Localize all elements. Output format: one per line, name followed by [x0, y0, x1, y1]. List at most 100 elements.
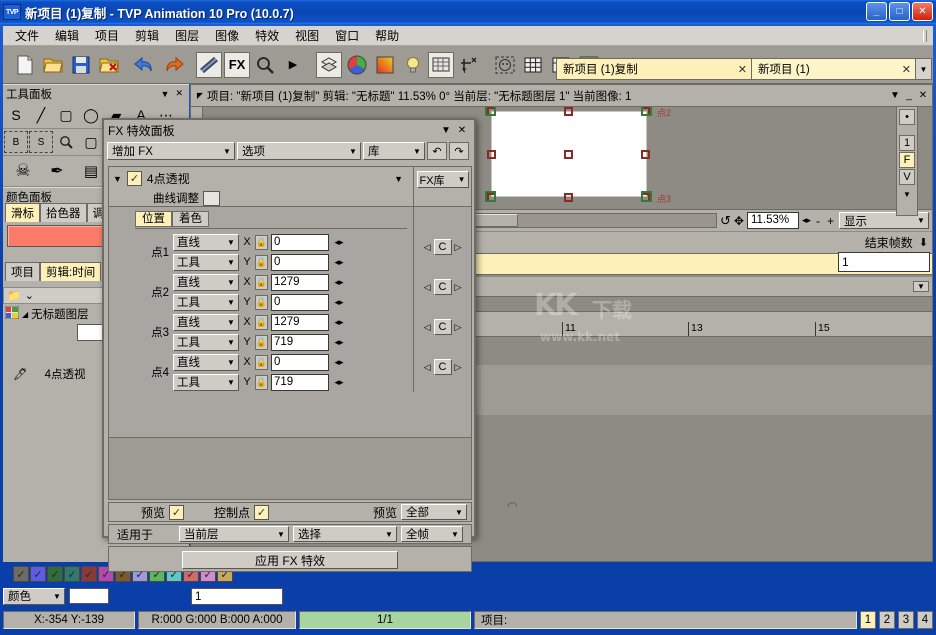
- select-shape-tool-icon[interactable]: S: [29, 131, 53, 153]
- fx-point-4-y-mode-select[interactable]: 工具▼: [173, 374, 239, 391]
- menu-layer[interactable]: 图层: [167, 25, 207, 46]
- frame-number-field[interactable]: 1: [191, 588, 283, 605]
- menu-project[interactable]: 项目: [87, 25, 127, 46]
- editor-expand-icon[interactable]: ◤: [193, 91, 207, 100]
- save-icon[interactable]: [68, 52, 94, 78]
- layers-icon[interactable]: [316, 52, 342, 78]
- view-dot-icon[interactable]: •: [899, 109, 915, 125]
- view-mode-f[interactable]: F: [899, 152, 915, 168]
- page-button-4[interactable]: 4: [917, 611, 933, 629]
- undo-icon[interactable]: [132, 52, 158, 78]
- project-tab-0[interactable]: 新项目 (1)复制 ✕: [556, 58, 752, 80]
- rect-tool-icon[interactable]: ▢: [54, 104, 78, 126]
- fx-point-1-y-mode-select[interactable]: 工具▼: [173, 254, 239, 271]
- fx-point-1-x-spinner-icon[interactable]: ◂▸: [332, 237, 346, 248]
- fx-point-3-x-field[interactable]: 1279: [271, 314, 329, 331]
- zoom-tool-icon[interactable]: [54, 131, 78, 153]
- fx-point-2-x-lock-icon[interactable]: 🔒: [255, 275, 268, 290]
- fx-point-4-x-lock-icon[interactable]: 🔒: [255, 355, 268, 370]
- fx-tab-shading[interactable]: 着色: [172, 211, 209, 227]
- color-preview-swatch[interactable]: [69, 588, 109, 604]
- rotate-icon[interactable]: ↺: [720, 213, 731, 229]
- menu-help[interactable]: 帮助: [367, 25, 407, 46]
- color-tab-picker[interactable]: 拾色器: [40, 203, 87, 222]
- fx-curve-swatch[interactable]: [203, 191, 220, 206]
- maximize-button[interactable]: □: [889, 2, 910, 21]
- apply-fx-button[interactable]: 应用 FX 特效: [182, 551, 398, 569]
- table-icon[interactable]: [520, 52, 546, 78]
- project-tab-1[interactable]: 新项目 (1) ✕: [752, 58, 916, 80]
- fx-point-3-x-mode-select[interactable]: 直线▼: [173, 314, 239, 331]
- color-mode-select[interactable]: 颜色 ▼: [3, 588, 65, 605]
- crop-tool-icon[interactable]: ▢: [79, 131, 103, 153]
- fx-effect-expand-icon[interactable]: ▼: [113, 174, 122, 184]
- fx-point-4-y-lock-icon[interactable]: 🔒: [255, 375, 268, 390]
- fx-point-3-x-spinner-icon[interactable]: ◂▸: [332, 317, 346, 328]
- color-check-1[interactable]: ✓: [30, 566, 46, 582]
- editor-close-icon[interactable]: ✕: [916, 90, 930, 101]
- fx-point-2-y-mode-select[interactable]: 工具▼: [173, 294, 239, 311]
- color-check-3[interactable]: ✓: [64, 566, 80, 582]
- close-project-icon[interactable]: [96, 52, 122, 78]
- view-mode-more-icon[interactable]: ▼: [899, 186, 915, 202]
- close-button[interactable]: ✕: [912, 2, 933, 21]
- layer-menu-icon[interactable]: ▼: [913, 281, 929, 292]
- open-folder-icon[interactable]: [40, 52, 66, 78]
- fx-point-1-x-field[interactable]: 0: [271, 234, 329, 251]
- page-button-3[interactable]: 3: [898, 611, 914, 629]
- control-point-bc[interactable]: [564, 193, 573, 202]
- fx-point-1-curve-next-icon[interactable]: ▷: [454, 242, 463, 253]
- fx-panel-collapse-icon[interactable]: ▼: [438, 125, 454, 136]
- fx-library-select[interactable]: 库 ▼: [363, 142, 425, 160]
- end-frame-value-field[interactable]: 1: [838, 252, 930, 272]
- color-check-2[interactable]: ✓: [47, 566, 63, 582]
- zoom-in-button[interactable]: +: [825, 214, 836, 228]
- mask-icon[interactable]: [492, 52, 518, 78]
- menu-edit[interactable]: 编辑: [47, 25, 87, 46]
- menu-file[interactable]: 文件: [7, 25, 47, 46]
- fx-point-3-curve-button[interactable]: C: [434, 319, 452, 335]
- project-tabs-overflow-icon[interactable]: ▼: [916, 58, 932, 80]
- project-tab-0-close[interactable]: ✕: [738, 63, 747, 76]
- fx-point-1-y-lock-icon[interactable]: 🔒: [255, 255, 268, 270]
- brush-icon[interactable]: [196, 52, 222, 78]
- color-check-0[interactable]: ✓: [13, 566, 29, 582]
- color-check-4[interactable]: ✓: [81, 566, 97, 582]
- fx-point-3-y-mode-select[interactable]: 工具▼: [173, 334, 239, 351]
- fx-point-2-x-field[interactable]: 1279: [271, 274, 329, 291]
- fx-point-3-curve-prev-icon[interactable]: ◁: [423, 322, 432, 333]
- fx-point-2-curve-next-icon[interactable]: ▷: [454, 282, 463, 293]
- sort-icon[interactable]: ⌄: [25, 289, 34, 302]
- color-tab-slider[interactable]: 滑标: [5, 203, 40, 222]
- menu-view[interactable]: 视图: [287, 25, 327, 46]
- fx-tab-position[interactable]: 位置: [135, 211, 172, 227]
- minimize-button[interactable]: _: [866, 2, 887, 21]
- fx-point-1-curve-prev-icon[interactable]: ◁: [423, 242, 432, 253]
- tab-clip-timeline[interactable]: 剪辑:时间: [40, 262, 101, 281]
- zoom-value-field[interactable]: 11.53%: [747, 212, 799, 229]
- pen-tool-icon[interactable]: ✒: [45, 160, 69, 182]
- fx-apply-select-select[interactable]: 选择 ▼: [293, 526, 397, 542]
- fx-point-3-curve-next-icon[interactable]: ▷: [454, 322, 463, 333]
- ellipse-tool-icon[interactable]: ◯: [79, 104, 103, 126]
- menu-clip[interactable]: 剪辑: [127, 25, 167, 46]
- fx-point-1-x-mode-select[interactable]: 直线▼: [173, 234, 239, 251]
- pan-icon[interactable]: ✥: [734, 214, 744, 228]
- page-button-1[interactable]: 1: [860, 611, 876, 629]
- fx-point-3-x-lock-icon[interactable]: 🔒: [255, 315, 268, 330]
- fx-apply-target-select[interactable]: 当前层 ▼: [179, 526, 289, 542]
- fx-panel-close-icon[interactable]: ✕: [454, 125, 470, 136]
- fx-undo-icon[interactable]: ↶: [427, 142, 447, 160]
- eraser-skull-icon[interactable]: ☠: [11, 160, 35, 182]
- menu-effects[interactable]: 特效: [247, 25, 287, 46]
- perspective-handle-3[interactable]: [641, 191, 652, 202]
- fx-point-3-y-spinner-icon[interactable]: ◂▸: [332, 337, 346, 348]
- fx-point-3-y-lock-icon[interactable]: 🔒: [255, 335, 268, 350]
- fx-preview-checkbox[interactable]: ✓: [169, 505, 184, 520]
- fx-point-2-x-spinner-icon[interactable]: ◂▸: [332, 277, 346, 288]
- fx-point-4-curve-next-icon[interactable]: ▷: [454, 362, 463, 373]
- fx-point-4-curve-prev-icon[interactable]: ◁: [423, 362, 432, 373]
- fx-point-2-x-mode-select[interactable]: 直线▼: [173, 274, 239, 291]
- axis-icon[interactable]: Y: [456, 52, 482, 78]
- editor-minimize-icon[interactable]: _: [902, 90, 916, 101]
